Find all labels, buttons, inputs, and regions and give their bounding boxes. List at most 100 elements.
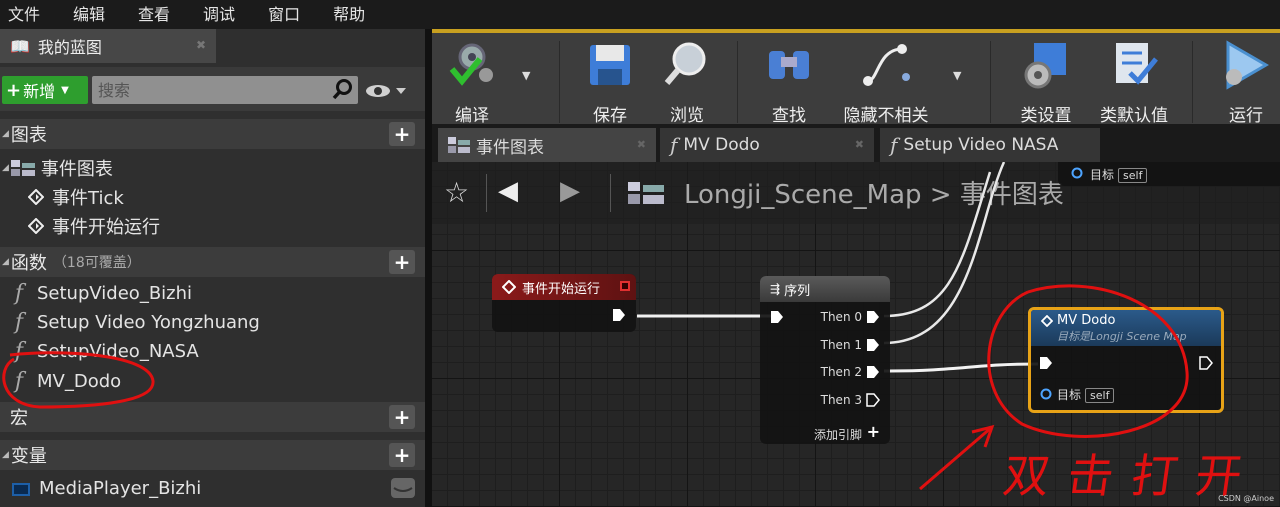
add-function-button[interactable]: +: [389, 250, 415, 274]
add-variable-button[interactable]: +: [389, 443, 415, 467]
compile-label: 编译: [455, 106, 489, 126]
visibility-eye-icon[interactable]: [364, 81, 408, 101]
play-icon: [1226, 40, 1269, 90]
function-item[interactable]: f SetupVideo_NASA: [0, 337, 425, 366]
menu-view[interactable]: 查看: [138, 0, 187, 29]
menu-edit[interactable]: 编辑: [73, 0, 122, 29]
sequence-node[interactable]: ⇶ 序列 Then 0 Then 1 Then 2 Then 3 添加引脚 +: [760, 276, 890, 444]
function-item[interactable]: f SetupVideo_Bizhi: [0, 279, 425, 308]
menu-debug[interactable]: 调试: [203, 0, 252, 29]
search-input[interactable]: [92, 76, 322, 104]
my-blueprint-tab[interactable]: 📖 我的蓝图 ✖: [0, 29, 216, 63]
add-pin-plus-icon[interactable]: +: [867, 422, 880, 441]
class-defaults-checklist-icon: [1116, 43, 1158, 85]
tab-mv-dodo[interactable]: f MV Dodo ✖: [660, 128, 874, 162]
exec-out-pin-icon[interactable]: [866, 310, 880, 324]
hide-options-arrow-icon[interactable]: ▼: [953, 69, 961, 82]
menu-help[interactable]: 帮助: [333, 0, 382, 29]
close-tab-icon[interactable]: ✖: [637, 138, 646, 151]
save-floppy-icon: [590, 45, 630, 85]
run-button[interactable]: 运行: [1212, 37, 1280, 126]
tab-setup-video-nasa[interactable]: f Setup Video NASA: [880, 128, 1100, 162]
function-icon: f: [14, 310, 24, 335]
mv-dodo-function-node[interactable]: MV Dodo 目标是Longji Scene Map 目标 self: [1028, 307, 1224, 413]
exec-out-pin-icon[interactable]: [866, 365, 880, 379]
breadcrumb: Longji_Scene_Map > 事件图表: [684, 174, 1064, 211]
then-pin-label: Then 2: [820, 365, 862, 379]
compile-button[interactable]: 编译: [442, 37, 502, 126]
node-title: 序列: [784, 283, 811, 299]
breadcrumb-map[interactable]: Longji_Scene_Map: [684, 180, 922, 210]
menu-window[interactable]: 窗口: [268, 0, 317, 29]
add-pin-label[interactable]: 添加引脚: [814, 426, 862, 443]
exec-out-pin-empty-icon[interactable]: [1199, 356, 1213, 370]
divider: [486, 174, 487, 212]
target-pin-icon[interactable]: [1039, 388, 1053, 400]
self-value[interactable]: self: [1118, 168, 1148, 183]
breadcrumb-graph: 事件图表: [959, 180, 1064, 210]
add-macro-button[interactable]: +: [389, 405, 415, 429]
function-icon: f: [890, 133, 898, 157]
event-item[interactable]: 事件Tick: [0, 182, 425, 211]
close-tab-icon[interactable]: ✖: [196, 38, 206, 52]
search-icon[interactable]: [332, 78, 354, 100]
section-macros[interactable]: 宏 +: [0, 402, 425, 432]
event-item[interactable]: 事件开始运行: [0, 211, 425, 240]
forward-arrow-icon[interactable]: ▶: [560, 176, 580, 206]
event-graph-icon: [628, 182, 664, 204]
class-settings-label: 类设置: [1020, 106, 1072, 126]
divider: [610, 174, 611, 212]
variable-item[interactable]: MediaPlayer_Bizhi: [0, 474, 425, 503]
event-tick-label: 事件Tick: [52, 187, 124, 209]
hide-unrelated-label: 隐藏不相关: [843, 106, 929, 126]
add-graph-button[interactable]: +: [389, 122, 415, 146]
exec-out-pin-empty-icon[interactable]: [866, 393, 880, 407]
target-pin-icon[interactable]: [1070, 167, 1084, 179]
graph-canvas[interactable]: ☆ ◀ ▶ Longji_Scene_Map > 事件图表 目标 self 事件…: [432, 162, 1280, 507]
exec-in-pin-icon[interactable]: [1039, 356, 1053, 370]
tab-label: MV Dodo: [683, 135, 760, 155]
visibility-toggle-icon[interactable]: [391, 478, 415, 498]
tab-label: Setup Video NASA: [903, 135, 1059, 155]
back-arrow-icon[interactable]: ◀: [498, 176, 518, 206]
browse-button[interactable]: 浏览: [657, 37, 717, 126]
function-item-mv-dodo[interactable]: f MV_Dodo: [0, 367, 425, 396]
menu-file[interactable]: 文件: [8, 0, 57, 29]
event-graph-item[interactable]: ◢ 事件图表: [0, 153, 425, 182]
section-functions[interactable]: ◢ 函数 （18可覆盖） +: [0, 247, 425, 277]
section-variables[interactable]: ◢ 变量 +: [0, 440, 425, 470]
delegate-pin-icon[interactable]: [620, 281, 630, 291]
close-tab-icon[interactable]: ✖: [855, 138, 864, 151]
compile-options-arrow-icon[interactable]: ▼: [522, 69, 530, 82]
class-settings-button[interactable]: 类设置: [1014, 37, 1078, 126]
save-label: 保存: [593, 106, 627, 126]
function-label: MV_Dodo: [37, 371, 122, 392]
partial-node[interactable]: 目标 self: [1058, 162, 1280, 186]
document-tabs: 事件图表 ✖ f MV Dodo ✖ f Setup Video NASA: [432, 124, 1280, 162]
save-button[interactable]: 保存: [580, 37, 640, 126]
node-title: MV Dodo: [1057, 313, 1116, 328]
exec-out-pin-icon[interactable]: [866, 338, 880, 352]
search-box: [92, 76, 358, 104]
section-macros-label: 宏: [10, 408, 28, 429]
hide-unrelated-button[interactable]: 隐藏不相关: [836, 37, 936, 126]
compile-gear-icon: [449, 43, 493, 86]
function-icon: f: [670, 133, 678, 157]
function-icon: f: [14, 339, 24, 364]
node-header: 事件开始运行: [492, 274, 636, 300]
add-new-label: 新增: [23, 82, 56, 101]
exec-out-pin-icon[interactable]: [612, 308, 626, 322]
tab-event-graph[interactable]: 事件图表 ✖: [438, 128, 656, 162]
function-item[interactable]: f Setup Video Yongzhuang: [0, 308, 425, 337]
event-begin-play-node[interactable]: 事件开始运行: [492, 274, 636, 332]
section-graphs[interactable]: ◢ 图表 +: [0, 119, 425, 149]
class-defaults-button[interactable]: 类默认值: [1096, 37, 1172, 126]
toolbar-divider: [737, 41, 738, 123]
find-button[interactable]: 查找: [759, 37, 819, 126]
node-header: ⇶ 序列: [760, 276, 890, 302]
toolbar-divider: [559, 41, 560, 123]
exec-in-pin-icon[interactable]: [770, 310, 784, 324]
star-icon[interactable]: ☆: [444, 176, 469, 209]
self-value[interactable]: self: [1085, 388, 1115, 403]
add-new-button[interactable]: + 新增 ▼: [2, 76, 88, 104]
